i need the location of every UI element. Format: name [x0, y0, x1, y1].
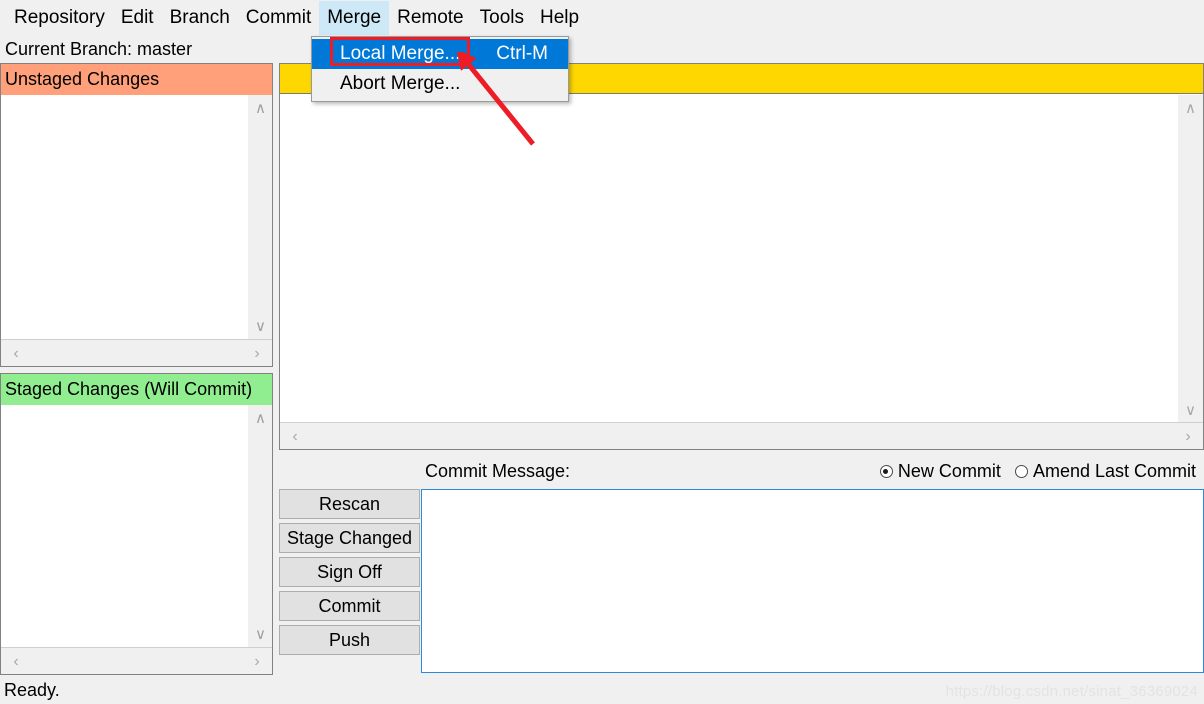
scroll-up-icon[interactable]: ∧ — [1178, 97, 1203, 119]
radio-new-commit[interactable]: New Commit — [879, 461, 1001, 482]
unstaged-changes-panel: Unstaged Changes ∧ ∨ ‹ › — [0, 63, 273, 367]
current-branch-label: Current Branch: master — [0, 36, 1204, 63]
menu-item-tools[interactable]: Tools — [472, 1, 532, 35]
diff-vertical-scrollbar[interactable]: ∧ ∨ — [1178, 95, 1203, 423]
status-text: Ready. — [4, 680, 60, 700]
unstaged-vertical-scrollbar[interactable]: ∧ ∨ — [247, 95, 272, 339]
menu-option-abort-merge[interactable]: Abort Merge... — [312, 69, 568, 99]
diff-horizontal-scrollbar[interactable]: ‹ › — [280, 422, 1203, 449]
git-gui-window: Repository Edit Branch Commit Merge Remo… — [0, 0, 1204, 704]
menu-option-local-merge[interactable]: Local Merge... Ctrl-M — [312, 39, 568, 69]
action-button-column: Rescan Stage Changed Sign Off Commit Pus… — [279, 489, 420, 659]
radio-new-commit-label: New Commit — [897, 461, 1001, 481]
sign-off-button[interactable]: Sign Off — [279, 557, 420, 587]
menu-option-abort-merge-label: Abort Merge... — [340, 73, 461, 94]
scroll-left-icon[interactable]: ‹ — [282, 423, 308, 450]
radio-unselected-icon[interactable] — [1014, 465, 1028, 478]
menu-item-edit[interactable]: Edit — [113, 1, 162, 35]
menu-item-branch[interactable]: Branch — [162, 1, 238, 35]
scroll-left-icon[interactable]: ‹ — [3, 648, 29, 675]
scroll-down-icon[interactable]: ∨ — [248, 315, 273, 337]
staged-horizontal-scrollbar[interactable]: ‹ › — [1, 647, 272, 674]
unstaged-changes-list[interactable]: ∧ ∨ — [1, 95, 272, 339]
staged-changes-header: Staged Changes (Will Commit) — [1, 374, 272, 405]
menu-bar: Repository Edit Branch Commit Merge Remo… — [0, 0, 1204, 36]
radio-amend-last-commit[interactable]: Amend Last Commit — [1014, 461, 1196, 482]
radio-amend-last-commit-label: Amend Last Commit — [1032, 461, 1196, 481]
commit-message-input[interactable] — [421, 489, 1204, 673]
menu-option-local-merge-shortcut: Ctrl-M — [496, 43, 548, 64]
commit-message-label: Commit Message: — [425, 461, 571, 481]
scroll-right-icon[interactable]: › — [244, 648, 270, 675]
scroll-right-icon[interactable]: › — [244, 340, 270, 367]
diff-content-area[interactable] — [280, 95, 1178, 423]
rescan-button[interactable]: Rescan — [279, 489, 420, 519]
radio-selected-icon[interactable] — [879, 465, 893, 478]
scroll-left-icon[interactable]: ‹ — [3, 340, 29, 367]
unstaged-horizontal-scrollbar[interactable]: ‹ › — [1, 339, 272, 366]
left-column: Unstaged Changes ∧ ∨ ‹ › Staged Changes … — [0, 63, 273, 675]
diff-viewer-panel: ∧ ∨ ‹ › — [279, 63, 1204, 450]
menu-item-help[interactable]: Help — [532, 1, 587, 35]
scroll-up-icon[interactable]: ∧ — [248, 407, 273, 429]
commit-button[interactable]: Commit — [279, 591, 420, 621]
staged-changes-panel: Staged Changes (Will Commit) ∧ ∨ ‹ › — [0, 373, 273, 675]
stage-changed-button[interactable]: Stage Changed — [279, 523, 420, 553]
unstaged-changes-header: Unstaged Changes — [1, 64, 272, 95]
scroll-up-icon[interactable]: ∧ — [248, 97, 273, 119]
menu-item-remote[interactable]: Remote — [389, 1, 472, 35]
status-bar: Ready. https://blog.csdn.net/sinat_36369… — [0, 676, 1204, 704]
staged-changes-list[interactable]: ∧ ∨ — [1, 405, 272, 647]
scroll-right-icon[interactable]: › — [1175, 423, 1201, 450]
scroll-down-icon[interactable]: ∨ — [248, 623, 273, 645]
menu-item-commit[interactable]: Commit — [238, 1, 319, 35]
menu-item-repository[interactable]: Repository — [6, 1, 113, 35]
scroll-down-icon[interactable]: ∨ — [1178, 399, 1203, 421]
menu-option-local-merge-label: Local Merge... — [340, 43, 461, 64]
watermark-text: https://blog.csdn.net/sinat_36369024 — [945, 683, 1198, 700]
menu-item-merge[interactable]: Merge — [319, 1, 390, 35]
commit-mode-radio-group: New Commit Amend Last Commit — [879, 461, 1196, 482]
push-button[interactable]: Push — [279, 625, 420, 655]
staged-vertical-scrollbar[interactable]: ∧ ∨ — [247, 405, 272, 647]
merge-dropdown-menu: Local Merge... Ctrl-M Abort Merge... — [311, 36, 569, 102]
